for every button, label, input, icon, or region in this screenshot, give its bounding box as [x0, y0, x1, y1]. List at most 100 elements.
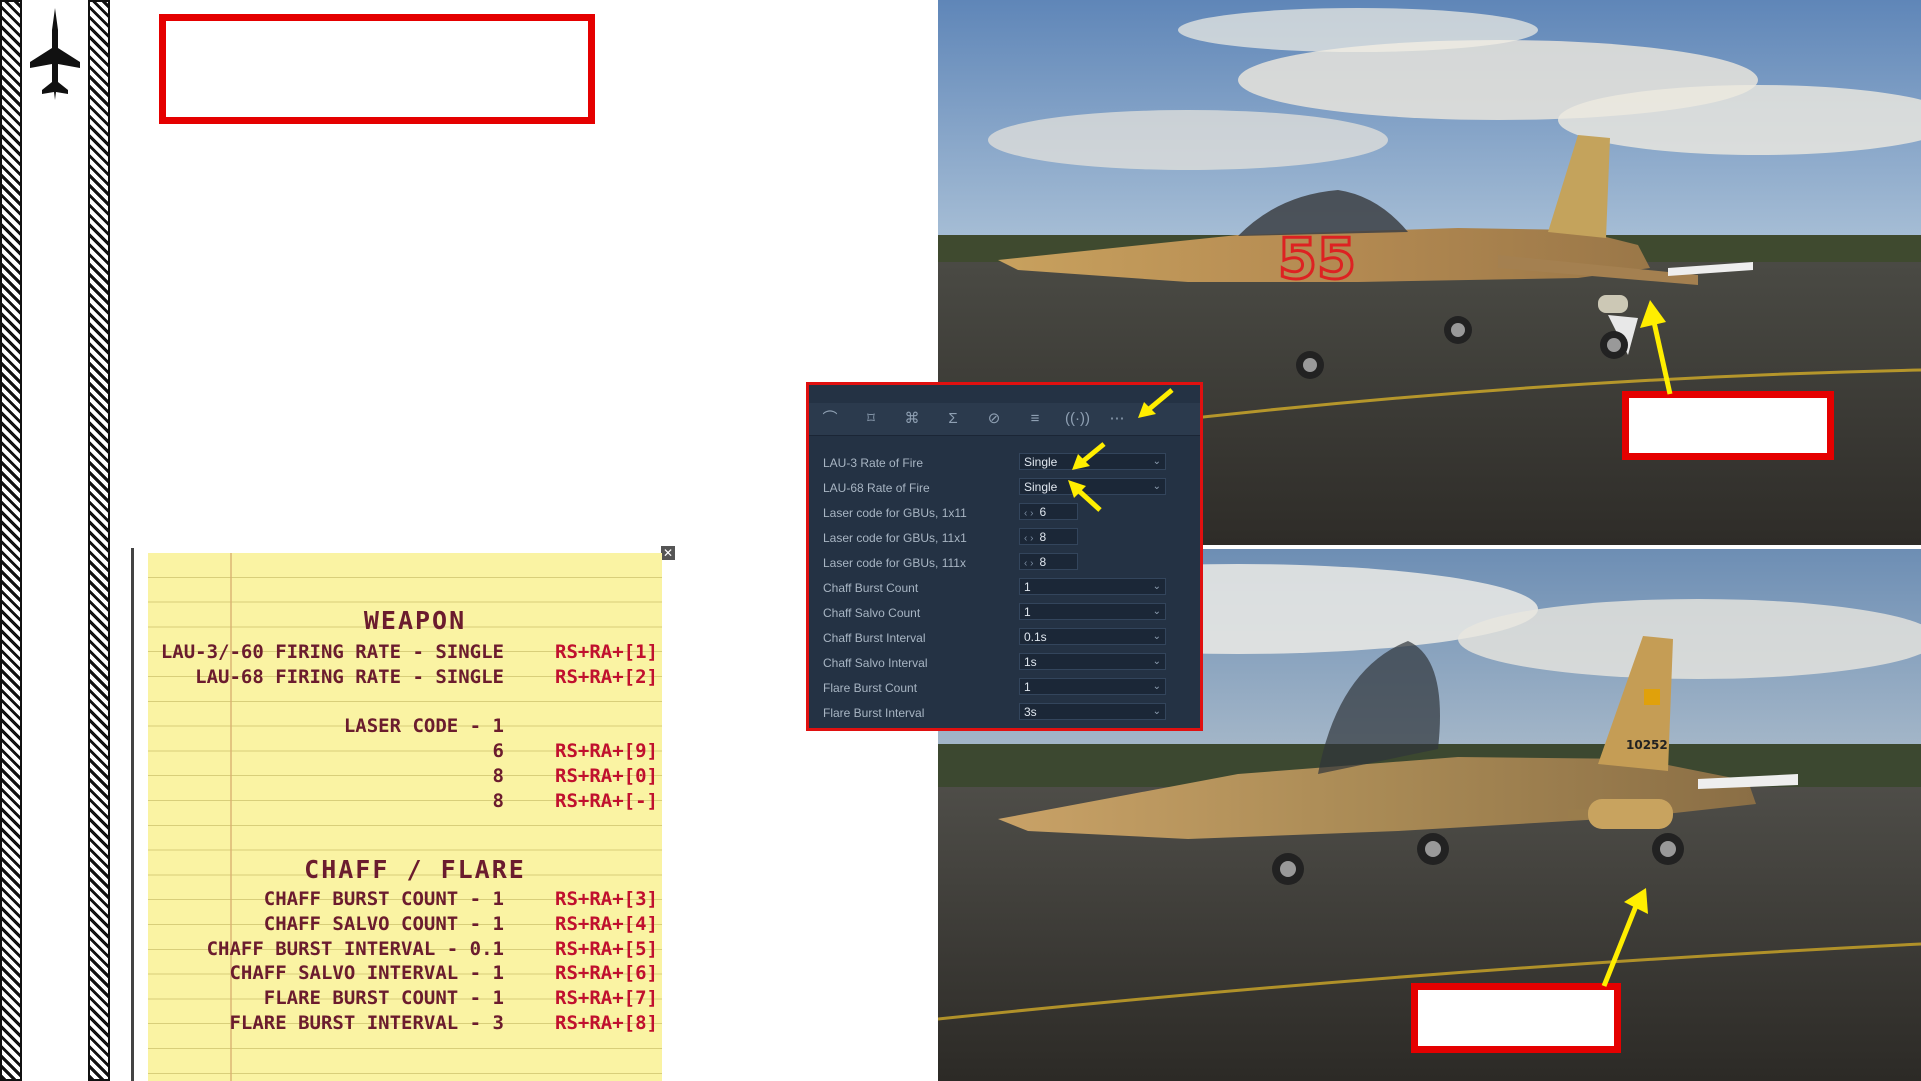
option-row: Flare Burst Interval 3s ⌄ [823, 703, 1193, 724]
option-value: 0.1s [1024, 630, 1047, 644]
kneeboard-weapon-row: LAU-3/-60 FIRING RATE - SINGLE RS+RA+[1] [148, 641, 662, 665]
option-value: 1 [1024, 680, 1031, 694]
yellow-arrow-more-icon [1138, 388, 1174, 418]
kneeboard-chaff-label: CHAFF BURST INTERVAL - 0.1 [206, 937, 504, 960]
stepper-arrows-icon[interactable]: ‹ › [1024, 508, 1033, 519]
kneeboard-chaff-row: CHAFF BURST COUNT - 1 RS+RA+[3] [148, 888, 662, 912]
sum-icon[interactable]: Σ [942, 409, 964, 429]
kneeboard-chaff-row: FLARE BURST INTERVAL - 3 RS+RA+[8] [148, 1012, 662, 1036]
option-value: 8 [1039, 530, 1047, 544]
option-row: LAU-3 Rate of Fire Single ⌄ [823, 453, 1193, 474]
kneeboard-chaff-label: FLARE BURST INTERVAL - 3 [229, 1012, 504, 1034]
kneeboard-close-button[interactable]: ✕ [661, 546, 675, 560]
more-icon[interactable]: ⋯ [1106, 409, 1128, 429]
chevron-down-icon: ⌄ [1152, 481, 1161, 492]
yellow-arrow-bottom-icon [1601, 888, 1648, 987]
right-hatched-border [88, 0, 110, 1081]
kneeboard-chaff-row: CHAFF SALVO COUNT - 1 RS+RA+[4] [148, 913, 662, 937]
route-icon[interactable]: ⌒ [819, 409, 841, 429]
yellow-arrow-top-icon [1640, 300, 1673, 395]
option-label: Laser code for GBUs, 111x [823, 556, 966, 570]
option-label: Chaff Salvo Count [823, 606, 921, 620]
kneeboard-weapon-title: WEAPON [363, 606, 467, 635]
list-arrow-icon[interactable]: ≡ [1024, 409, 1046, 429]
kneeboard-chaff-keybind: RS+RA+[8] [555, 1012, 658, 1034]
chevron-down-icon: ⌄ [1152, 706, 1161, 717]
kneeboard-weapon-row: 8 RS+RA+[-] [148, 790, 662, 814]
option-row: Flare Burst Count 1 ⌄ [823, 678, 1193, 699]
laser-code-stepper[interactable]: ‹ › 8 [1019, 553, 1078, 570]
option-label: Chaff Salvo Interval [823, 656, 928, 670]
stepper-arrows-icon[interactable]: ‹ › [1024, 533, 1033, 544]
option-row: Chaff Salvo Interval 1s ⌄ [823, 653, 1193, 674]
yellow-arrow-lau68-icon [1068, 480, 1102, 512]
pylon-callout-box-bottom [1411, 983, 1621, 1053]
option-label: Laser code for GBUs, 11x1 [823, 531, 967, 545]
kneeboard-chaff-keybind: RS+RA+[3] [555, 888, 658, 910]
kneeboard-chaff-title: CHAFF / FLARE [304, 855, 526, 884]
title-callout-box [159, 14, 595, 124]
kneeboard-chaff-keybind: RS+RA+[5] [555, 937, 658, 960]
chevron-down-icon: ⌄ [1152, 456, 1161, 467]
chevron-down-icon: ⌄ [1152, 656, 1161, 667]
kneeboard-weapon-keybind: RS+RA+[9] [555, 740, 658, 763]
aircraft-tail-number: 10252 [1626, 738, 1668, 752]
kneeboard-chaff-keybind: RS+RA+[4] [555, 912, 658, 935]
kneeboard-weapon-label: 8 [492, 789, 504, 812]
chevron-down-icon: ⌄ [1152, 581, 1161, 592]
option-row: Chaff Salvo Count 1 ⌄ [823, 603, 1193, 624]
kneeboard-chaff-label: CHAFF SALVO COUNT - 1 [263, 912, 504, 935]
kneeboard-weapon-label: LASER CODE - 1 [343, 715, 504, 738]
option-dropdown[interactable]: 1 ⌄ [1019, 578, 1166, 595]
option-label: Chaff Burst Interval [823, 631, 926, 645]
kneeboard-weapon-row: LASER CODE - 1 [148, 715, 662, 739]
aircraft-nose-number: 55 [1278, 227, 1356, 292]
f5-jet-silhouette-icon [30, 8, 80, 100]
forbidden-icon[interactable]: ⊘ [983, 409, 1005, 429]
option-value: 1 [1024, 605, 1031, 619]
kneeboard-weapon-row [148, 691, 662, 715]
option-label: Laser code for GBUs, 1x11 [823, 506, 967, 520]
kneeboard-weapon-label: 8 [492, 765, 504, 787]
option-value: Single [1024, 455, 1058, 469]
kneeboard-chaff-label: CHAFF BURST COUNT - 1 [263, 888, 504, 910]
kneeboard-weapon-row: LAU-68 FIRING RATE - SINGLE RS+RA+[2] [148, 666, 662, 690]
option-row: Chaff Burst Interval 0.1s ⌄ [823, 628, 1193, 649]
option-dropdown[interactable]: 0.1s ⌄ [1019, 628, 1166, 645]
kneeboard-weapon-label: LAU-68 FIRING RATE - SINGLE [195, 665, 504, 688]
option-dropdown[interactable]: 1 ⌄ [1019, 603, 1166, 620]
option-row: LAU-68 Rate of Fire Single ⌄ [823, 478, 1193, 499]
kneeboard-weapon-label: 6 [492, 740, 504, 763]
kneeboard-chaff-label: FLARE BURST COUNT - 1 [263, 987, 504, 1010]
option-dropdown[interactable]: 3s ⌄ [1019, 703, 1166, 720]
option-value: 1s [1024, 655, 1037, 669]
pylon-callout-box-top [1622, 391, 1834, 460]
command-icon[interactable]: ⌘ [901, 409, 923, 429]
option-row: Laser code for GBUs, 111x ‹ › 8 [823, 553, 1193, 574]
target-area-icon[interactable]: ⌑ [860, 409, 882, 429]
kneeboard-page: WEAPON LAU-3/-60 FIRING RATE - SINGLE RS+… [148, 553, 662, 1081]
left-hatched-border [0, 0, 22, 1081]
option-dropdown[interactable]: 1 ⌄ [1019, 678, 1166, 695]
chevron-down-icon: ⌄ [1152, 681, 1161, 692]
option-label: Flare Burst Count [823, 681, 918, 695]
kneeboard-chaff-row: CHAFF SALVO INTERVAL - 1 RS+RA+[6] [148, 962, 662, 986]
stepper-arrows-icon[interactable]: ‹ › [1024, 558, 1033, 569]
kneeboard-weapon-keybind: RS+RA+[0] [555, 765, 658, 787]
kneeboard-weapon-row: 6 RS+RA+[9] [148, 740, 662, 764]
kneeboard-chaff-keybind: RS+RA+[7] [555, 987, 658, 1010]
kneeboard-chaff-label: CHAFF SALVO INTERVAL - 1 [229, 962, 504, 985]
option-row: Laser code for GBUs, 1x11 ‹ › 6 [823, 503, 1193, 524]
kneeboard-weapon-keybind: RS+RA+[-] [555, 789, 658, 812]
option-dropdown[interactable]: 1s ⌄ [1019, 653, 1166, 670]
option-label: Chaff Burst Count [823, 581, 919, 595]
option-label: LAU-68 Rate of Fire [823, 481, 930, 495]
kneeboard-weapon-row: 8 RS+RA+[0] [148, 765, 662, 789]
option-value: 8 [1039, 555, 1047, 569]
laser-code-stepper[interactable]: ‹ › 8 [1019, 528, 1078, 545]
kneeboard-weapon-keybind: RS+RA+[1] [555, 641, 658, 663]
radio-icon[interactable]: ((·)) [1065, 409, 1090, 429]
yellow-arrow-lau3-icon [1072, 442, 1106, 470]
kneeboard-window-edge [131, 548, 134, 1081]
option-value: 6 [1039, 505, 1047, 519]
